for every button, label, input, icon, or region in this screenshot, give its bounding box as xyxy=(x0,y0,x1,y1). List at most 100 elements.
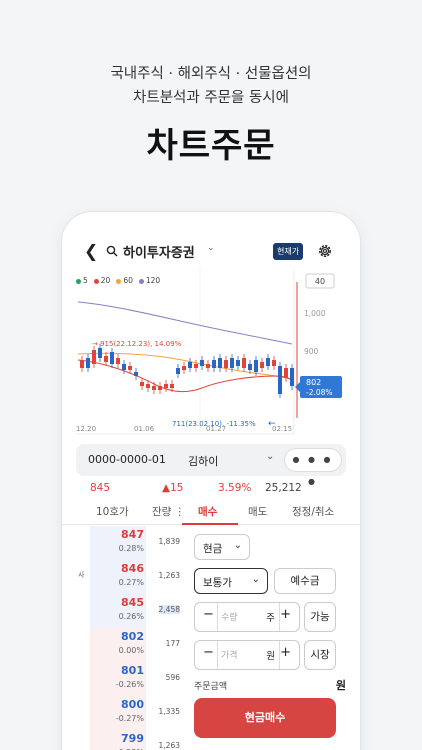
price-chart[interactable]: 40 1,000 900 → 915(22.12.23), 14.09% 711… xyxy=(62,268,360,438)
account-selector[interactable]: 0000-0000-01 김하이 ⌄ ● ● ● ● xyxy=(76,444,346,486)
chevron-down-icon: ⌄ xyxy=(251,574,260,585)
candle-body xyxy=(206,364,210,368)
candle-body xyxy=(158,386,162,390)
more-vertical-icon: ⋮ xyxy=(174,506,186,518)
password-field[interactable]: ● ● ● ● xyxy=(284,448,342,486)
orderbook-row[interactable]: 847 0.28% 1,839 xyxy=(62,526,182,560)
tab-buy[interactable]: 매수 xyxy=(198,504,217,519)
summary-rate: 3.59% xyxy=(218,482,252,494)
candle-body xyxy=(242,358,246,368)
candle-body xyxy=(224,360,228,368)
price-tag-change: -2.08% xyxy=(306,388,333,397)
candle-body xyxy=(176,368,180,374)
candle-body xyxy=(128,366,132,370)
orderbook-rate: -0.27% xyxy=(115,714,144,723)
orderbook-row[interactable]: 800 -0.27% 1,335 xyxy=(62,696,182,730)
stock-name[interactable]: 하이투자증권 xyxy=(123,242,195,261)
minus-icon[interactable]: − xyxy=(203,607,214,622)
y-axis-top-box-label: 40 xyxy=(315,277,325,286)
candle-body xyxy=(134,372,138,376)
candle-body xyxy=(182,366,186,370)
tab-modify-cancel[interactable]: 정정/취소 xyxy=(292,504,334,519)
candle-body xyxy=(230,358,234,368)
cash-buy-button[interactable]: 현금매수 xyxy=(194,698,336,738)
orderbook-rate: 0.28% xyxy=(118,544,144,553)
orderbook-price: 800 xyxy=(121,698,144,711)
orderbook-row[interactable]: 802 0.00% 177 xyxy=(62,628,182,662)
market-price-button[interactable]: 시장 xyxy=(304,640,336,670)
candle-body xyxy=(164,384,168,388)
candle-body xyxy=(116,358,120,364)
orderbook-row[interactable]: 801 -0.26% 596 xyxy=(62,662,182,696)
summary-price: 845 xyxy=(90,482,111,494)
tab-sell[interactable]: 매도 xyxy=(248,504,267,519)
candle-body xyxy=(104,356,108,362)
tab-remaining[interactable]: 잔량 ⋮ xyxy=(152,504,185,519)
gear-icon[interactable] xyxy=(316,242,334,260)
quantity-input[interactable]: 수량 xyxy=(221,610,238,623)
orderbook-qty: 177 xyxy=(165,639,180,648)
candle-body xyxy=(86,358,90,368)
orderbook-row[interactable]: 845 0.26% 2,458 xyxy=(62,594,182,628)
top-bar: ❮ 하이투자증권 ⌄ 현재가 xyxy=(62,240,360,264)
price-stepper[interactable]: − 가격 원 + xyxy=(194,640,300,670)
candle-body xyxy=(140,382,144,386)
y-tick-1000: 1,000 xyxy=(304,309,326,318)
chart-high-label: → 915(22.12.23), 14.09% xyxy=(92,340,182,348)
x-tick-2: 01.06 xyxy=(134,425,155,433)
current-price-button[interactable]: 현재가 xyxy=(273,243,304,260)
order-type-select[interactable]: 보통가 ⌄ xyxy=(194,568,268,594)
cash-select[interactable]: 현금 ⌄ xyxy=(194,534,250,560)
search-icon[interactable] xyxy=(106,245,118,257)
orderbook-price: 801 xyxy=(121,664,144,677)
plus-icon[interactable]: + xyxy=(280,607,291,622)
cash-select-value: 현금 xyxy=(203,543,223,555)
order-amount-label: 주문금액 xyxy=(194,682,228,692)
account-number: 0000-0000-01 xyxy=(88,453,166,466)
candle-body xyxy=(236,360,240,366)
orderbook-price: 799 xyxy=(121,732,144,745)
plus-icon[interactable]: + xyxy=(280,645,291,660)
price-input[interactable]: 가격 xyxy=(221,648,238,661)
candle-body xyxy=(110,352,114,364)
order-tabs: 10호가 잔량 ⋮ 매수 매도 정정/취소 xyxy=(62,499,360,525)
quantity-stepper[interactable]: − 수량 주 + xyxy=(194,602,300,632)
candle-body xyxy=(200,360,204,366)
promo-subtitle: 국내주식 · 해외주식 · 선물옵션의 차트분석과 주문을 동시에 xyxy=(0,62,422,110)
tab-remaining-label: 잔량 xyxy=(152,506,172,518)
available-button[interactable]: 가능 xyxy=(304,602,336,632)
order-type-value: 보통가 xyxy=(203,577,232,589)
orderbook-qty: 1,335 xyxy=(158,707,180,716)
ma-120-line xyxy=(77,301,293,345)
candle-body xyxy=(152,386,156,390)
back-chevron-icon[interactable]: ❮ xyxy=(84,240,98,264)
candle-body xyxy=(80,360,84,368)
deposit-button[interactable]: 예수금 xyxy=(274,568,336,594)
candle-body xyxy=(218,358,222,368)
order-amount-unit: 원 xyxy=(335,679,346,692)
phone-frame: ❮ 하이투자증권 ⌄ 현재가 5 20 60 120 40 1,000 900 → 9… xyxy=(62,212,360,750)
tab-orderbook[interactable]: 10호가 xyxy=(96,504,129,519)
orderbook-price: 845 xyxy=(121,596,144,609)
orderbook-row[interactable]: 799-0.28%1,263 xyxy=(62,730,182,750)
candle-body xyxy=(146,384,150,388)
price-summary: 845 ▲15 3.59% 25,212 xyxy=(62,480,360,498)
stepper-divider xyxy=(217,603,218,631)
candle-body xyxy=(98,348,102,358)
chevron-down-icon[interactable]: ⌄ xyxy=(266,451,274,462)
orderbook-qty: 596 xyxy=(165,673,180,682)
candle-body xyxy=(170,384,174,388)
orderbook-qty: 2,458 xyxy=(158,605,180,614)
candle-body xyxy=(266,358,270,366)
orderbook-price: 846 xyxy=(121,562,144,575)
orderbook-price: 847 xyxy=(121,528,144,541)
candle-body xyxy=(254,360,258,372)
y-tick-900: 900 xyxy=(304,347,319,356)
orderbook-row[interactable]: 846 0.27% 1,263 xyxy=(62,560,182,594)
candle-body xyxy=(212,360,216,368)
price-unit: 원 xyxy=(266,651,275,662)
order-book: 사 847 0.28% 1,839 846 0.27% 1,263 845 0.26% 2,45… xyxy=(62,526,182,750)
chevron-down-icon[interactable]: ⌄ xyxy=(207,243,215,253)
minus-icon[interactable]: − xyxy=(203,645,214,660)
stepper-divider xyxy=(217,641,218,669)
